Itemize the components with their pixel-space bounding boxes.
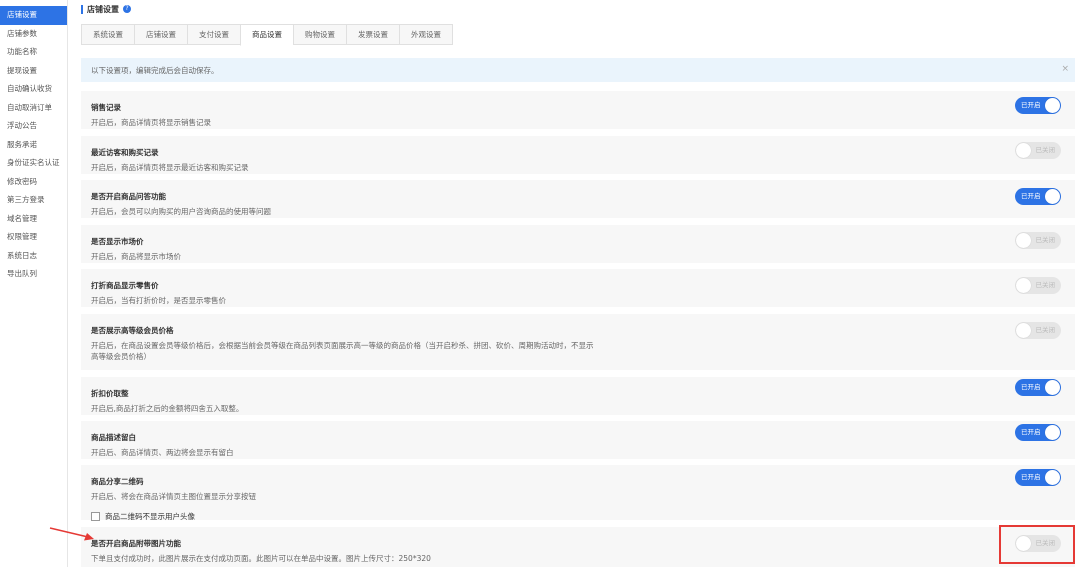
sidebar: 店铺设置 店铺参数 功能名称 提现设置 自动确认收货 自动取消订单 浮动公告 服…: [0, 0, 68, 567]
recent-visitors-toggle[interactable]: 已关闭: [1015, 142, 1061, 159]
market-price-toggle[interactable]: 已关闭: [1015, 232, 1061, 249]
toggle-state-label: 已关闭: [1035, 281, 1056, 289]
help-icon[interactable]: ?: [123, 5, 131, 13]
discount-rounding-toggle[interactable]: 已开启: [1015, 379, 1061, 396]
setting-row-attached-image: 是否开启商品附带图片功能 下单且支付成功时，此图片展示在支付成功页面。此图片可以…: [81, 527, 1075, 567]
close-icon[interactable]: ×: [1061, 64, 1069, 74]
setting-row-recent-visitors: 最近访客和购买记录 开启后，商品详情页将显示最近访客和购买记录 已关闭: [81, 136, 1075, 174]
setting-description: 开启后、将会在商品详情页主图位置显示分享按钮: [91, 492, 256, 501]
setting-row-market-price: 是否显示市场价 开启后，商品将显示市场价 已关闭: [81, 225, 1075, 263]
sidebar-item-floating-notice[interactable]: 浮动公告: [0, 117, 67, 136]
page-header: 店铺设置 ?: [81, 3, 131, 15]
setting-row-share-qrcode: 商品分享二维码 开启后、将会在商品详情页主图位置显示分享按钮 商品二维码不显示用…: [81, 465, 1075, 522]
setting-row-description-whitespace: 商品描述留白 开启后、商品详情页、两边将会显示有留白 已开启: [81, 421, 1075, 459]
setting-title: 是否显示市场价: [91, 237, 144, 246]
hide-avatar-label: 商品二维码不显示用户头像: [105, 512, 195, 521]
toggle-knob: [1045, 425, 1060, 440]
sidebar-item-export-queue[interactable]: 导出队列: [0, 265, 67, 284]
tab-store-settings[interactable]: 店铺设置: [134, 24, 187, 45]
toggle-state-label: 已开启: [1021, 473, 1041, 481]
setting-description: 开启后、商品详情页、两边将会显示有留白: [91, 448, 234, 457]
toggle-state-label: 已关闭: [1035, 326, 1056, 334]
product-qa-toggle[interactable]: 已开启: [1015, 188, 1061, 205]
sidebar-item-feature-names[interactable]: 功能名称: [0, 43, 67, 62]
sidebar-item-auto-cancel-order[interactable]: 自动取消订单: [0, 99, 67, 118]
toggle-state-label: 已关闭: [1035, 146, 1056, 154]
tab-system-settings[interactable]: 系统设置: [81, 24, 134, 45]
settings-tabs: 系统设置 店铺设置 支付设置 商品设置 购物设置 发票设置 外观设置: [81, 24, 453, 46]
tab-appearance-settings[interactable]: 外观设置: [399, 24, 453, 45]
page-title: 店铺设置: [87, 4, 119, 14]
sidebar-item-store-settings[interactable]: 店铺设置: [0, 6, 67, 25]
sidebar-item-store-params[interactable]: 店铺参数: [0, 25, 67, 44]
sidebar-item-change-password[interactable]: 修改密码: [0, 173, 67, 192]
hide-avatar-checkbox[interactable]: [91, 512, 100, 521]
setting-row-product-qa: 是否开启商品问答功能 开启后，会员可以向购买的用户咨询商品的使用等问题 已开启: [81, 180, 1075, 218]
setting-title: 商品分享二维码: [91, 477, 144, 486]
setting-title: 是否展示高等级会员价格: [91, 326, 174, 335]
toggle-knob: [1045, 380, 1060, 395]
autosave-notice-text: 以下设置项，编辑完成后会自动保存。: [91, 65, 219, 75]
tab-product-settings[interactable]: 商品设置: [240, 24, 293, 46]
toggle-state-label: 已开启: [1021, 383, 1041, 391]
hide-avatar-option[interactable]: 商品二维码不显示用户头像: [91, 511, 1075, 522]
tab-shopping-settings[interactable]: 购物设置: [293, 24, 346, 45]
sidebar-item-third-party-login[interactable]: 第三方登录: [0, 191, 67, 210]
toggle-knob: [1016, 143, 1031, 158]
setting-description: 开启后，商品将显示市场价: [91, 252, 181, 261]
setting-description: 开启后，会员可以向购买的用户咨询商品的使用等问题: [91, 207, 271, 216]
setting-title: 最近访客和购买记录: [91, 148, 159, 157]
setting-description: 开启后，商品详情页将显示销售记录: [91, 118, 211, 127]
autosave-notice: 以下设置项，编辑完成后会自动保存。 ×: [81, 58, 1075, 82]
sidebar-item-auto-confirm-receipt[interactable]: 自动确认收货: [0, 80, 67, 99]
setting-title: 折扣价取整: [91, 389, 129, 398]
sidebar-item-domain-management[interactable]: 域名管理: [0, 210, 67, 229]
sidebar-item-withdraw-settings[interactable]: 提现设置: [0, 62, 67, 81]
toggle-knob: [1016, 278, 1031, 293]
sidebar-item-permission-management[interactable]: 权限管理: [0, 228, 67, 247]
setting-description: 开启后,商品打折之后的金额将四舍五入取整。: [91, 404, 244, 413]
sidebar-item-service-promise[interactable]: 服务承诺: [0, 136, 67, 155]
setting-description: 开启后，在商品设置会员等级价格后，会根据当前会员等级在商品列表页面展示高一等级的…: [91, 341, 594, 361]
setting-description: 开启后，当有打折价时，是否显示零售价: [91, 296, 226, 305]
annotation-arrow-icon: [49, 527, 94, 541]
setting-row-discount-rounding: 折扣价取整 开启后,商品打折之后的金额将四舍五入取整。 已开启: [81, 377, 1075, 415]
setting-title: 销售记录: [91, 103, 121, 112]
higher-member-price-toggle[interactable]: 已关闭: [1015, 322, 1061, 339]
setting-description: 下单且支付成功时，此图片展示在支付成功页面。此图片可以在单品中设置。图片上传尺寸…: [91, 554, 431, 563]
toggle-state-label: 已开启: [1021, 192, 1041, 200]
sales-record-toggle[interactable]: 已开启: [1015, 97, 1061, 114]
setting-title: 商品描述留白: [91, 433, 136, 442]
main-content: 店铺设置 ? 系统设置 店铺设置 支付设置 商品设置 购物设置 发票设置 外观设…: [81, 0, 1075, 567]
setting-description: 开启后，商品详情页将显示最近访客和购买记录: [91, 163, 249, 172]
annotation-highlight-box: [999, 525, 1075, 564]
setting-title: 是否开启商品附带图片功能: [91, 539, 181, 548]
toggle-knob: [1045, 189, 1060, 204]
setting-title: 是否开启商品问答功能: [91, 192, 166, 201]
toggle-knob: [1016, 323, 1031, 338]
description-whitespace-toggle[interactable]: 已开启: [1015, 424, 1061, 441]
setting-row-sales-record: 销售记录 开启后，商品详情页将显示销售记录 已开启: [81, 91, 1075, 129]
share-qrcode-toggle[interactable]: 已开启: [1015, 469, 1061, 486]
toggle-knob: [1016, 233, 1031, 248]
toggle-state-label: 已开启: [1021, 428, 1041, 436]
setting-row-discount-retail-price: 打折商品显示零售价 开启后，当有打折价时，是否显示零售价 已关闭: [81, 269, 1075, 307]
tab-payment-settings[interactable]: 支付设置: [187, 24, 240, 45]
sidebar-item-system-log[interactable]: 系统日志: [0, 247, 67, 266]
setting-row-higher-member-price: 是否展示高等级会员价格 开启后，在商品设置会员等级价格后，会根据当前会员等级在商…: [81, 314, 1075, 370]
toggle-knob: [1045, 98, 1060, 113]
tab-invoice-settings[interactable]: 发票设置: [346, 24, 399, 45]
toggle-state-label: 已开启: [1021, 101, 1041, 109]
setting-title: 打折商品显示零售价: [91, 281, 159, 290]
header-accent-bar: [81, 4, 83, 14]
sidebar-item-id-verification[interactable]: 身份证实名认证: [0, 154, 67, 173]
toggle-knob: [1045, 470, 1060, 485]
toggle-state-label: 已关闭: [1035, 236, 1056, 244]
discount-retail-price-toggle[interactable]: 已关闭: [1015, 277, 1061, 294]
